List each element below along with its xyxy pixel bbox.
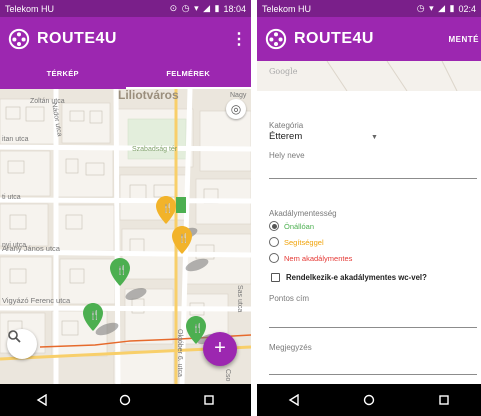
- app-title: ROUTE4U: [37, 30, 117, 47]
- radio-button[interactable]: [269, 221, 279, 231]
- svg-text:🍴: 🍴: [89, 309, 100, 321]
- my-location-icon[interactable]: ◎: [226, 99, 246, 119]
- radio-nem-akadalymentes[interactable]: Nem akadálymentes: [269, 253, 352, 263]
- map-screen: Telekom HU ⊙ ◷ ▾ ◢ ▮ 18:04 ROUTE4U ⋮ TÉR…: [0, 0, 251, 416]
- map-preview: Google: [257, 61, 481, 91]
- clock: 02:4: [458, 3, 476, 14]
- google-watermark: Google: [269, 67, 298, 76]
- map-preview-canvas: [326, 61, 458, 91]
- home-circle-icon: [120, 394, 131, 406]
- radio-segitseggel[interactable]: Segítséggel: [269, 237, 324, 247]
- carrier-label: Telekom HU: [262, 3, 312, 14]
- clock: 18:04: [223, 3, 246, 14]
- address-label: Pontos cím: [269, 294, 310, 303]
- street-label: Cso: [224, 369, 231, 382]
- search-icon: [8, 330, 21, 343]
- wc-checkbox[interactable]: Rendelkezik-e akadálymentes wc-vel?: [271, 273, 427, 282]
- status-bar: Telekom HU ◷ ▾ ◢ ▮ 02:4: [257, 0, 481, 17]
- save-button[interactable]: MENTÉ: [449, 35, 481, 44]
- district-label: Liliotváros: [118, 89, 179, 102]
- home-button[interactable]: [105, 388, 145, 412]
- street-label: Zoltán utca: [30, 98, 65, 105]
- status-icons: ◷ ▾ ◢ ▮: [416, 3, 456, 13]
- radio-label: Nem akadálymentes: [284, 253, 353, 263]
- back-button[interactable]: [274, 388, 314, 412]
- street-label: Október 6. utca: [176, 329, 183, 377]
- place-name-label: Hely neve: [269, 151, 305, 160]
- app-title: ROUTE4U: [294, 30, 374, 47]
- street-label: itan utca: [2, 136, 29, 143]
- radio-selected-dot: [271, 223, 277, 229]
- street-label: Vigyázó Ferenc utca: [2, 296, 71, 305]
- svg-text:🍴: 🍴: [162, 202, 173, 214]
- system-nav-bar: [0, 384, 251, 416]
- note-label: Megjegyzés: [269, 343, 312, 352]
- radio-label: Segítséggel: [284, 237, 324, 247]
- radio-onalloan[interactable]: Önállóan: [269, 221, 314, 231]
- accessibility-label: Akadálymentesség: [269, 209, 337, 218]
- tab-felmerek[interactable]: FELMÉREK: [125, 61, 251, 89]
- street-label: Nagy: [230, 92, 247, 99]
- app-bar: ROUTE4U MENTÉ: [257, 17, 481, 61]
- street-label: ti utca: [2, 194, 21, 201]
- note-underline: [269, 374, 477, 375]
- form-screen: Telekom HU ◷ ▾ ◢ ▮ 02:4 ROUTE4U MENTÉ Go…: [257, 0, 481, 416]
- svg-text:🍴: 🍴: [178, 232, 189, 244]
- map-view[interactable]: itan utca Zoltán utca Nádor utca Liliotv…: [0, 89, 251, 384]
- tab-terkep[interactable]: TÉRKÉP: [0, 61, 126, 89]
- route4u-logo-icon: [265, 28, 287, 50]
- home-circle-icon: [363, 394, 375, 406]
- radio-button[interactable]: [269, 237, 279, 247]
- category-select[interactable]: Étterem: [269, 131, 302, 142]
- recents-square-icon: [204, 395, 214, 405]
- recents-button[interactable]: [189, 388, 229, 412]
- checkbox-box[interactable]: [271, 273, 280, 282]
- radio-label: Önállóan: [284, 221, 315, 231]
- wc-checkbox-label: Rendelkezik-e akadálymentes wc-vel?: [286, 273, 427, 282]
- svg-text:🍴: 🍴: [192, 322, 203, 334]
- svg-text:🍴: 🍴: [116, 264, 127, 276]
- back-button[interactable]: [22, 388, 62, 412]
- system-nav-bar: [257, 384, 481, 416]
- status-bar: Telekom HU ⊙ ◷ ▾ ◢ ▮ 18:04: [0, 0, 251, 17]
- recents-button[interactable]: [424, 388, 464, 412]
- back-triangle-icon: [36, 394, 47, 406]
- route4u-logo-icon: [8, 28, 30, 50]
- category-label: Kategória: [269, 121, 304, 130]
- home-button[interactable]: [349, 388, 389, 412]
- add-place-button[interactable]: +: [203, 332, 237, 366]
- street-label: Szabadság tér: [132, 146, 178, 153]
- street-label: Arany János utca: [2, 244, 61, 253]
- status-icons: ⊙ ◷ ▾ ◢ ▮: [169, 3, 221, 13]
- tab-bar: TÉRKÉP FELMÉREK: [0, 61, 251, 89]
- radio-button[interactable]: [269, 253, 279, 263]
- place-name-underline: [269, 178, 477, 179]
- search-button[interactable]: [7, 329, 37, 359]
- back-triangle-icon: [289, 394, 300, 406]
- app-bar: ROUTE4U ⋮: [0, 17, 251, 61]
- new-place-form: Google Kategória Étterem ▼ Hely neve Aka…: [257, 61, 481, 384]
- street-label: Sas utca: [236, 285, 243, 312]
- overflow-menu-icon[interactable]: ⋮: [227, 29, 251, 49]
- address-underline: [269, 327, 477, 328]
- dropdown-arrow-icon[interactable]: ▼: [371, 134, 378, 141]
- recents-square-icon: [438, 395, 449, 405]
- pin-accessible[interactable]: [176, 197, 186, 213]
- carrier-label: Telekom HU: [5, 3, 55, 14]
